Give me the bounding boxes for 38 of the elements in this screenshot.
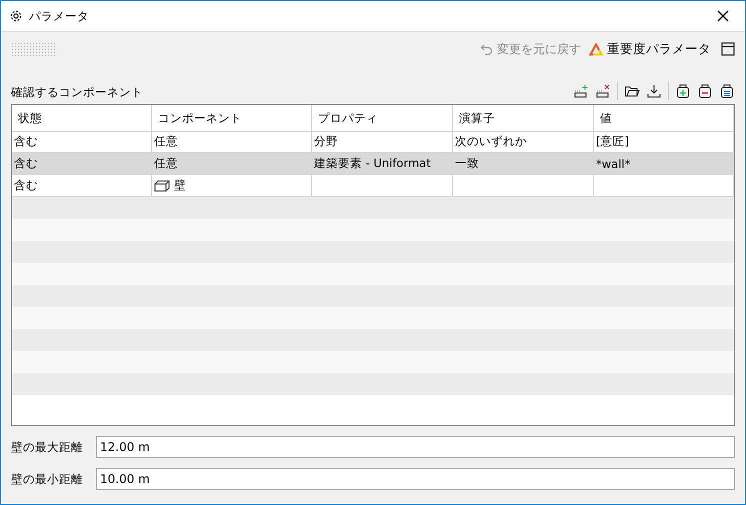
table-cell: 任意 bbox=[154, 156, 178, 171]
panel-icon[interactable] bbox=[721, 42, 735, 56]
table-cell: 含む bbox=[14, 156, 38, 171]
table-cell: [意匠] bbox=[596, 134, 629, 149]
section-title: 確認するコンポーネント bbox=[11, 85, 143, 100]
table-cell: 壁 bbox=[174, 178, 186, 193]
severity-parameters-button[interactable]: 重要度パラメータ bbox=[589, 40, 711, 58]
column-header[interactable]: 状態 bbox=[12, 105, 152, 132]
column-header[interactable]: 値 bbox=[594, 105, 734, 132]
window-title: パラメータ bbox=[29, 8, 90, 24]
add-row-icon[interactable] bbox=[573, 83, 589, 99]
download-icon[interactable] bbox=[646, 83, 662, 99]
column-header[interactable]: プロパティ bbox=[312, 105, 453, 132]
input-field[interactable]: 10.00 m bbox=[96, 468, 735, 490]
grip-handle[interactable] bbox=[11, 42, 57, 56]
undo-icon bbox=[480, 42, 493, 56]
add-group-icon[interactable] bbox=[675, 83, 691, 99]
table-cell: 次のいずれか bbox=[455, 134, 527, 149]
warning-triangle-icon bbox=[589, 42, 603, 56]
table-cell: 任意 bbox=[154, 134, 178, 149]
remove-group-icon[interactable] bbox=[697, 83, 713, 99]
table-cell: 分野 bbox=[314, 134, 338, 149]
input-field[interactable]: 12.00 m bbox=[96, 436, 735, 458]
table-cell: 含む bbox=[14, 134, 38, 149]
table-cell: 建築要素 - Uniformat bbox=[314, 156, 431, 171]
close-icon bbox=[717, 10, 729, 22]
table-row[interactable]: 含む 任意 建築要素 - Uniformat 一致 *wall* bbox=[12, 153, 734, 175]
column-header[interactable]: コンポーネント bbox=[152, 105, 312, 132]
table-cell: *wall* bbox=[596, 156, 630, 170]
field-label: 壁の最小距離 bbox=[11, 472, 84, 486]
field-label: 壁の最大距離 bbox=[11, 440, 84, 454]
settings-icon bbox=[9, 9, 23, 23]
box-icon bbox=[154, 180, 170, 192]
table-cell: 一致 bbox=[455, 156, 479, 171]
column-header[interactable]: 演算子 bbox=[453, 105, 594, 132]
list-group-icon[interactable] bbox=[719, 83, 735, 99]
delete-row-icon[interactable] bbox=[595, 83, 611, 99]
table-cell: 含む bbox=[14, 178, 38, 193]
